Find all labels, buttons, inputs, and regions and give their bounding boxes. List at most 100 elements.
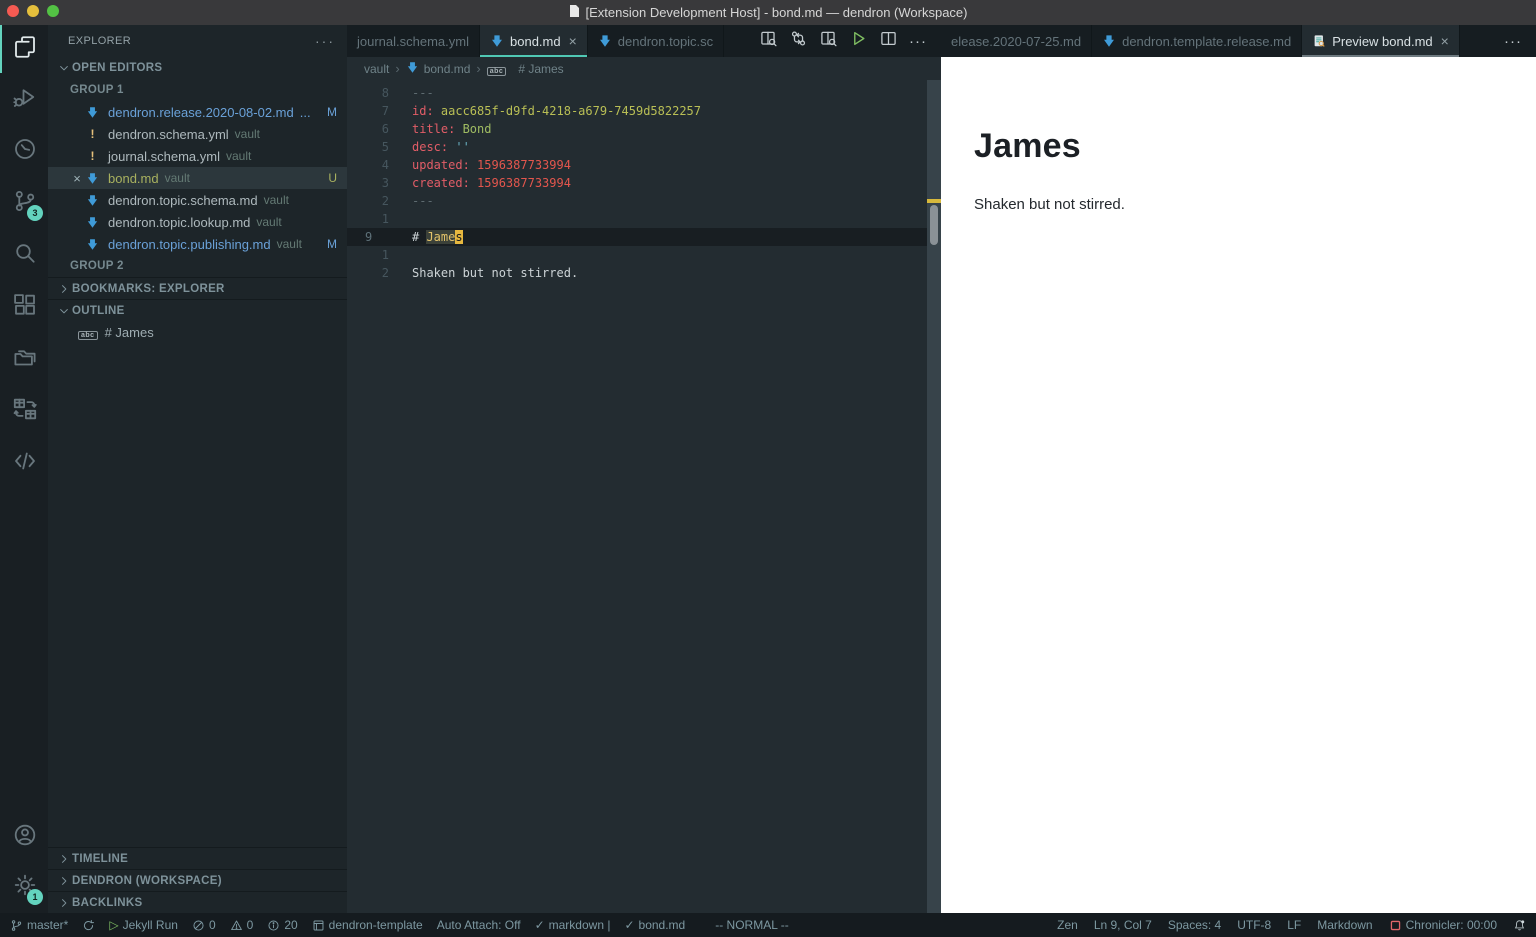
activity-account-button[interactable] [0, 813, 48, 861]
status-encoding[interactable]: UTF-8 [1237, 918, 1271, 932]
breadcrumb-item-vault[interactable]: vault [364, 62, 389, 76]
status-infos[interactable]: 20 [267, 918, 298, 932]
sidebar-section-timeline[interactable]: TIMELINE [48, 847, 347, 869]
close-icon[interactable]: × [569, 33, 577, 49]
status-auto-attach[interactable]: Auto Attach: Off [437, 918, 521, 932]
section-label: DENDRON (WORKSPACE) [72, 874, 222, 887]
code-text: id: aacc685f-d9fd-4218-a679-7459d5822257 [412, 102, 701, 120]
code-line[interactable]: 3 created: 1596387733994 [347, 174, 941, 192]
status-bond-check[interactable]: ✓ bond.md [624, 918, 685, 932]
status-indentation[interactable]: Spaces: 4 [1168, 918, 1221, 932]
activity-code-button[interactable] [0, 437, 48, 489]
code-line[interactable]: 4 updated: 1596387733994 [347, 156, 941, 174]
activity-explorer-button[interactable] [0, 25, 48, 73]
sidebar-section-bookmarks-explorer[interactable]: BOOKMARKS: EXPLORER [48, 277, 347, 299]
code-line[interactable]: 7 id: aacc685f-d9fd-4218-a679-7459d582225… [347, 102, 941, 120]
tab-journal-schema-yml[interactable]: journal.schema.yml [347, 25, 480, 57]
breadcrumb-item-bond-md[interactable]: bond.md [406, 61, 470, 77]
run-button[interactable] [843, 25, 873, 57]
sidebar-section-backlinks[interactable]: BACKLINKS [48, 891, 347, 913]
code-token: Jame [426, 230, 456, 244]
activity-folders-button[interactable] [0, 333, 48, 385]
activity-search-button[interactable] [0, 229, 48, 281]
code-line[interactable]: 2 Shaken but not stirred. [347, 264, 941, 282]
open-editor-item-bond-md[interactable]: × bond.md vault U [48, 167, 347, 189]
status-notifications[interactable] [1513, 919, 1526, 932]
tab-dendron-template-release-md[interactable]: dendron.template.release.md [1092, 25, 1303, 57]
line-number: 8 [381, 86, 389, 100]
activity-source-control-button[interactable]: 3 [0, 177, 48, 229]
open-editor-item-dendron-topic-publishing-md[interactable]: dendron.topic.publishing.md vault M [48, 233, 347, 255]
open-editor-item-dendron-release-2020-08-02-md[interactable]: dendron.release.2020-08-02.md... M [48, 101, 347, 123]
more-actions-button[interactable]: ··· [903, 25, 933, 57]
close-icon[interactable]: × [1441, 33, 1449, 49]
status-workspace-name[interactable]: dendron-template [312, 918, 423, 932]
close-icon[interactable]: × [68, 171, 86, 186]
code-line[interactable]: 6 title: Bond [347, 120, 941, 138]
open-preview-icon [820, 30, 837, 52]
open-editor-item-dendron-topic-schema-md[interactable]: dendron.topic.schema.md vault [48, 189, 347, 211]
open-editors-header[interactable]: OPEN EDITORS [48, 57, 347, 79]
tab-label: elease.2020-07-25.md [951, 33, 1082, 49]
code-line[interactable]: 1 [347, 246, 941, 264]
code-token: : [426, 104, 441, 118]
chevron-right-icon [56, 875, 72, 887]
status-label: Chronicler: 00:00 [1405, 918, 1497, 932]
open-preview-button[interactable] [813, 25, 843, 57]
code-line-current[interactable]: 9 # James [347, 228, 941, 246]
split-editor-button[interactable] [873, 25, 903, 57]
breadcrumb[interactable]: vault › bond.md › abc # James [347, 57, 941, 80]
git-status-badge: M [327, 105, 337, 119]
sidebar-section-outline[interactable]: OUTLINE [48, 299, 347, 321]
sidebar-more-actions-button[interactable]: ··· [315, 33, 335, 49]
traffic-lights [7, 5, 59, 17]
status-cursor-position[interactable]: Ln 9, Col 7 [1094, 918, 1152, 932]
code-line[interactable]: 1 [347, 210, 941, 228]
status-git-branch[interactable]: master* [10, 918, 68, 932]
activity-extensions-button[interactable] [0, 281, 48, 333]
activity-clock-button[interactable] [0, 125, 48, 177]
open-editor-item-dendron-topic-lookup-md[interactable]: dendron.topic.lookup.md vault [48, 211, 347, 233]
tab-preview-bond-md[interactable]: Preview bond.md × [1302, 25, 1460, 57]
code-text: --- [412, 84, 434, 102]
status-sync[interactable] [82, 919, 95, 932]
activity-run-debug-button[interactable] [0, 73, 48, 125]
status-chronicler[interactable]: Chronicler: 00:00 [1389, 918, 1497, 932]
status-warnings[interactable]: 0 [230, 918, 253, 932]
code-line[interactable]: 2 --- [347, 192, 941, 210]
preview-body: Shaken but not stirred. [974, 196, 1125, 213]
activity-settings-button[interactable]: 1 [0, 861, 48, 913]
close-window-button[interactable] [7, 5, 19, 17]
status-jekyll-run[interactable]: ▷ Jekyll Run [109, 918, 178, 932]
status-errors[interactable]: 0 [192, 918, 216, 932]
file-name: dendron.topic.lookup.md [108, 214, 251, 230]
tab-bar-group-2: elease.2020-07-25.md dendron.template.rel… [941, 25, 1536, 57]
status-label: UTF-8 [1237, 918, 1272, 932]
minimize-window-button[interactable] [27, 5, 39, 17]
status-vim-mode[interactable]: -- NORMAL -- [715, 918, 789, 932]
code-line[interactable]: 8 --- [347, 84, 941, 102]
window-title: [Extension Development Host] - bond.md —… [585, 5, 968, 20]
scrollbar-thumb[interactable] [930, 205, 938, 245]
outline-item-james[interactable]: abc # James [48, 321, 347, 343]
breadcrumb-item-james[interactable]: abc # James [486, 62, 564, 76]
open-editor-item-journal-schema-yml[interactable]: ! journal.schema.yml vault [48, 145, 347, 167]
code-editor[interactable]: 8 --- 7 id: aacc685f-d9fd-4218-a679-7459d58… [347, 80, 941, 913]
code-line[interactable]: 5 desc: '' [347, 138, 941, 156]
status-zen[interactable]: Zen [1057, 918, 1078, 932]
open-editor-item-dendron-schema-yml[interactable]: ! dendron.schema.yml vault [48, 123, 347, 145]
sidebar-section-dendron-workspace[interactable]: DENDRON (WORKSPACE) [48, 869, 347, 891]
code-token: --- [412, 194, 434, 208]
status-eol[interactable]: LF [1287, 918, 1301, 932]
editor-scrollbar[interactable] [927, 80, 941, 913]
status-markdown-check[interactable]: ✓ markdown | [535, 918, 611, 932]
tab-dendron-topic-sc[interactable]: dendron.topic.sc [588, 25, 725, 57]
activity-table-layout-button[interactable] [0, 385, 48, 437]
tab-elease-2020-07-25-md[interactable]: elease.2020-07-25.md [941, 25, 1093, 57]
zoom-window-button[interactable] [47, 5, 59, 17]
open-preview-side-button[interactable] [753, 25, 783, 57]
more-actions-button[interactable]: ··· [1498, 25, 1528, 57]
status-language-mode[interactable]: Markdown [1317, 918, 1372, 932]
tab-bond-md[interactable]: bond.md × [480, 25, 588, 57]
git-compare-button[interactable] [783, 25, 813, 57]
